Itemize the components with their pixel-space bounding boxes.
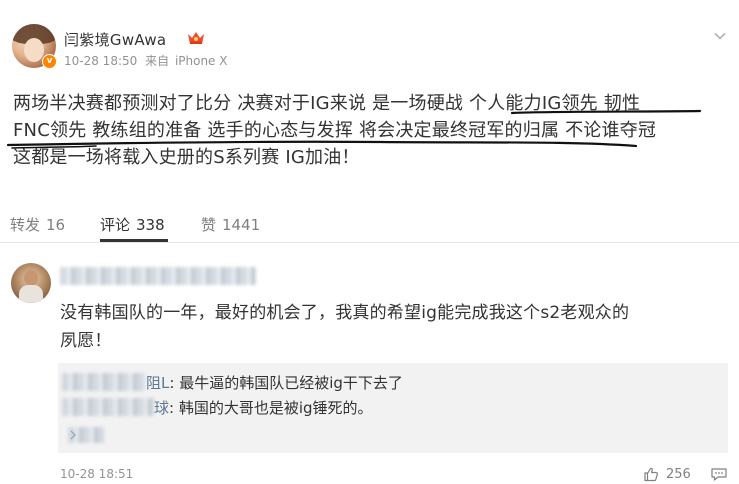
post-source-prefix: 来自 [145,54,170,68]
avatar-shirt [19,285,43,303]
reply-box: 阻L: 最牛逼的韩国队已经被ig干下去了 球: 韩国的大哥也是被ig锤死的。 [58,363,728,453]
reply-author-blurred[interactable] [62,373,146,391]
post-text-line: FNC领先 教练组的准备 选手的心态与发挥 将会决定最终冠军的归属 不论谁夺冠 [13,120,657,141]
reply-author-tail[interactable]: 阻L [146,374,169,392]
verified-v-icon: v [42,54,57,69]
author-name[interactable]: 闫紫境GwAwa [64,29,166,50]
post-body: 两场半决赛都预测对了比分 决赛对于IG来说 是一场硬战 个人能力IG领先 韧性 … [13,90,729,171]
comment-like-count: 256 [666,467,691,482]
thumbs-up-icon[interactable] [643,466,659,482]
like-label: 赞 [201,216,217,234]
reply-item: 阻L: 最牛逼的韩国队已经被ig干下去了 [146,372,403,393]
comment-tab[interactable]: 评论 338 [100,214,165,235]
comment-label: 评论 [100,216,131,234]
repost-tab[interactable]: 转发 16 [10,214,65,235]
commenter-name-blurred[interactable] [60,267,256,285]
reply-item: 球: 韩国的大哥也是被ig锤死的。 [154,397,373,418]
comment-time: 10-28 18:51 [60,467,134,481]
reply-author-tail[interactable]: 球 [154,399,169,417]
comment-text-line: 夙愿！ [60,331,112,351]
weibo-post-page: v 闫紫境GwAwa 10-28 18:50 来自 iPhone X 两场半决赛… [0,0,739,484]
chevron-right-icon[interactable] [68,429,78,441]
reply-separator: : [169,399,175,417]
reply-text: 韩国的大哥也是被ig锤死的。 [178,399,373,417]
vip-crown-icon[interactable] [186,29,206,47]
reply-author-blurred[interactable] [62,398,154,416]
post-text-line: 这都是一场将载入史册的S系列赛 IG加油！ [13,147,360,168]
post-action-bar: 转发 16 评论 338 赞 1441 [0,206,739,243]
reply-separator: : [169,374,175,392]
post-meta: 10-28 18:50 来自 iPhone X [64,52,227,69]
like-tab[interactable]: 赞 1441 [201,214,260,235]
chevron-down-icon[interactable] [712,28,728,44]
like-count-total: 1441 [222,216,261,234]
post-text-line: 两场半决赛都预测对了比分 决赛对于IG来说 是一场硬战 个人能力IG领先 韧性 [13,93,641,114]
reply-text: 最牛逼的韩国队已经被ig干下去了 [179,374,403,392]
avatar-head [24,270,38,286]
comment-body: 没有韩国队的一年，最好的机会了，我真的希望ig能完成我这个s2老观众的 夙愿！ [60,299,730,355]
post-time[interactable]: 10-28 18:50 [64,54,137,68]
repost-label: 转发 [10,216,41,234]
active-tab-indicator [100,239,168,242]
repost-count: 16 [46,216,66,234]
commenter-avatar[interactable] [11,263,51,303]
post-source: iPhone X [174,54,228,68]
comment-count: 338 [136,216,165,234]
comment-text-line: 没有韩国队的一年，最好的机会了，我真的希望ig能完成我这个s2老观众的 [60,303,630,323]
more-dots-icon[interactable] [710,467,728,481]
avatar-face [24,38,44,62]
